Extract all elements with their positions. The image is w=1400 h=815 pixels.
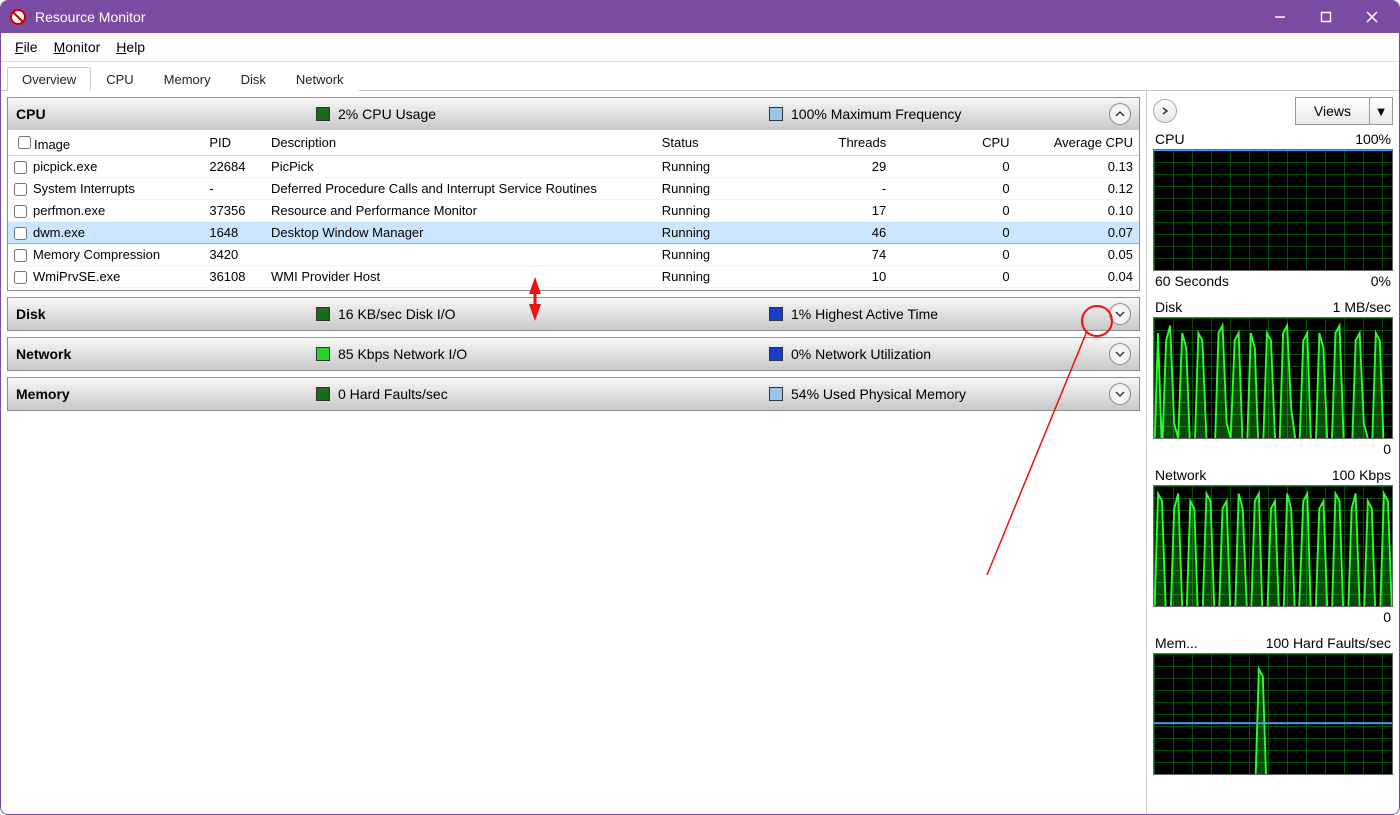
memory-panel-title: Memory [16,386,316,402]
cpu-usage-swatch [316,107,330,121]
mini-title: Mem... [1155,635,1198,651]
mini-scale: 1 MB/sec [1333,299,1391,315]
table-row[interactable]: dwm.exe1648Desktop Window ManagerRunning… [8,222,1139,244]
cpu-table-scroll[interactable]: Image PID Description Status Threads CPU… [8,130,1139,290]
network-io-text: 85 Kbps Network I/O [338,346,467,362]
table-row[interactable]: picpick.exe22684PicPickRunning2900.13 [8,156,1139,178]
menu-help[interactable]: Help [108,36,153,58]
mini-chart: Network 100 Kbps 0 [1153,467,1393,625]
mini-graph [1153,149,1393,271]
memory-used-swatch [769,387,783,401]
col-pid[interactable]: PID [203,130,265,156]
tab-disk[interactable]: Disk [226,67,281,91]
cpu-process-table: Image PID Description Status Threads CPU… [8,130,1139,290]
cpu-freq-text: 100% Maximum Frequency [791,106,961,122]
mini-footer-right: 0 [1383,609,1391,625]
memory-panel-header[interactable]: Memory 0 Hard Faults/sec 54% Used Physic… [8,378,1139,410]
window-title: Resource Monitor [35,9,146,25]
network-expand-button[interactable] [1109,343,1131,365]
mini-chart: Disk 1 MB/sec 0 [1153,299,1393,457]
title-bar[interactable]: Resource Monitor [1,1,1399,33]
mini-title: Network [1155,467,1206,483]
cpu-collapse-button[interactable] [1109,103,1131,125]
mini-footer-right: 0 [1383,441,1391,457]
memory-faults-swatch [316,387,330,401]
network-util-text: 0% Network Utilization [791,346,931,362]
disk-io-swatch [316,307,330,321]
mini-title: CPU [1155,131,1185,147]
disk-io-text: 16 KB/sec Disk I/O [338,306,455,322]
mini-graph [1153,317,1393,439]
side-panel: Views ▼ CPU 100% 60 Seconds 0% Disk 1 MB/sec 0… [1146,91,1399,814]
mini-scale: 100 Hard Faults/sec [1266,635,1391,651]
row-checkbox[interactable] [14,249,27,262]
close-button[interactable] [1349,1,1395,33]
row-checkbox[interactable] [14,161,27,174]
mini-chart: CPU 100% 60 Seconds 0% [1153,131,1393,289]
maximize-button[interactable] [1303,1,1349,33]
table-row[interactable]: Memory Compression3420Running7400.05 [8,244,1139,266]
network-panel: Network 85 Kbps Network I/O 0% Network U… [7,337,1140,371]
network-io-swatch [316,347,330,361]
app-icon [9,8,27,26]
select-all-checkbox[interactable] [18,136,31,149]
menu-monitor[interactable]: Monitor [46,36,109,58]
col-status[interactable]: Status [656,130,769,156]
mini-scale: 100% [1355,131,1391,147]
row-checkbox[interactable] [14,227,27,240]
menu-bar: File Monitor Help [1,33,1399,62]
disk-expand-button[interactable] [1109,303,1131,325]
views-label: Views [1296,103,1369,119]
mini-scale: 100 Kbps [1332,467,1391,483]
tab-network[interactable]: Network [281,67,359,91]
memory-used-text: 54% Used Physical Memory [791,386,966,402]
row-checkbox[interactable] [14,205,27,218]
disk-panel-title: Disk [16,306,316,322]
side-nav-button[interactable] [1153,99,1177,123]
row-checkbox[interactable] [14,271,27,284]
mini-graph [1153,485,1393,607]
table-row[interactable]: perfmon.exe37356Resource and Performance… [8,200,1139,222]
mini-footer-right: 0% [1371,273,1391,289]
disk-active-swatch [769,307,783,321]
col-cpu[interactable]: CPU [892,130,1015,156]
network-panel-header[interactable]: Network 85 Kbps Network I/O 0% Network U… [8,338,1139,370]
memory-faults-text: 0 Hard Faults/sec [338,386,448,402]
table-row[interactable]: msedge.exe13272Microsoft EdgeRunning1170… [8,288,1139,290]
tab-memory[interactable]: Memory [149,67,226,91]
cpu-panel: CPU 2% CPU Usage 100% Maximum Frequency … [7,97,1140,291]
row-checkbox[interactable] [14,183,27,196]
views-button[interactable]: Views ▼ [1295,97,1393,125]
cpu-panel-header[interactable]: CPU 2% CPU Usage 100% Maximum Frequency [8,98,1139,130]
main-content: CPU 2% CPU Usage 100% Maximum Frequency … [1,91,1146,814]
mini-title: Disk [1155,299,1182,315]
network-panel-title: Network [16,346,316,362]
cpu-freq-swatch [769,107,783,121]
network-util-swatch [769,347,783,361]
table-row[interactable]: WmiPrvSE.exe36108WMI Provider HostRunnin… [8,266,1139,288]
disk-active-text: 1% Highest Active Time [791,306,938,322]
col-threads[interactable]: Threads [769,130,892,156]
resource-monitor-window: Resource Monitor File Monitor Help Overv… [0,0,1400,815]
menu-file[interactable]: File [7,36,46,58]
col-avg-cpu[interactable]: Average CPU [1016,130,1139,156]
col-description[interactable]: Description [265,130,656,156]
tab-cpu[interactable]: CPU [91,67,148,91]
tab-overview[interactable]: Overview [7,67,91,91]
disk-panel: Disk 16 KB/sec Disk I/O 1% Highest Activ… [7,297,1140,331]
col-image[interactable]: Image [8,130,203,156]
memory-panel: Memory 0 Hard Faults/sec 54% Used Physic… [7,377,1140,411]
memory-expand-button[interactable] [1109,383,1131,405]
table-row[interactable]: System Interrupts-Deferred Procedure Cal… [8,178,1139,200]
views-dropdown-icon[interactable]: ▼ [1369,98,1392,124]
mini-chart: Mem... 100 Hard Faults/sec [1153,635,1393,775]
cpu-panel-title: CPU [16,106,316,122]
disk-panel-header[interactable]: Disk 16 KB/sec Disk I/O 1% Highest Activ… [8,298,1139,330]
minimize-button[interactable] [1257,1,1303,33]
mini-footer-left: 60 Seconds [1155,273,1229,289]
cpu-usage-text: 2% CPU Usage [338,106,436,122]
mini-graph [1153,653,1393,775]
tab-bar: Overview CPU Memory Disk Network [1,62,1399,91]
